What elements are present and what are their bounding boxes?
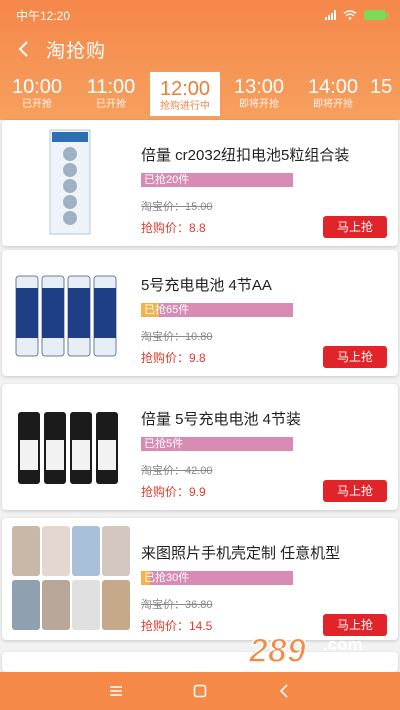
- tab-1500[interactable]: 15: [370, 70, 400, 116]
- back-icon[interactable]: [12, 38, 34, 60]
- status-time: 中午12:20: [16, 8, 71, 23]
- sold-progress: 已抢5件: [141, 437, 293, 451]
- buy-now-button[interactable]: 马上抢: [323, 346, 387, 368]
- sold-progress: 已抢30件: [141, 571, 293, 585]
- sold-count: 已抢30件: [144, 572, 190, 584]
- sold-progress: 已抢20件: [141, 173, 293, 187]
- sale-price: 抢购价：8.8: [141, 221, 206, 235]
- product-card[interactable]: 5号充电电池 4节AA 已抢65件 淘宝价：10.80 抢购价：9.8 马上抢: [2, 250, 398, 376]
- product-name: 倍量 5号充电电池 4节装: [141, 411, 302, 428]
- tab-time: 11:00: [86, 76, 136, 98]
- page-title: 淘抢购: [46, 40, 107, 62]
- time-tabs: 10:00 已开抢 11:00 已开抢 12:00 抢购进行中 13:00 即将…: [0, 70, 400, 116]
- product-card[interactable]: 来图照片手机壳定制 任意机型 已抢30件 淘宝价：36.80 抢购价：14.5 …: [2, 518, 398, 640]
- tab-time: 15: [370, 76, 393, 98]
- status-bar: 中午12:20: [0, 0, 400, 30]
- tab-time: 10:00: [11, 76, 63, 98]
- tab-status: 抢购进行中: [160, 101, 210, 112]
- tab-status: 已开抢: [96, 99, 126, 110]
- tab-time: 13:00: [233, 76, 285, 98]
- product-name: 5号充电电池 4节AA: [141, 277, 272, 294]
- original-price: 淘宝价：15.00: [141, 201, 213, 213]
- tab-status: 即将开抢: [313, 99, 353, 110]
- original-price: 淘宝价：42.00: [141, 465, 213, 477]
- status-icons: [325, 10, 389, 20]
- rechargeable-battery-image: [18, 412, 118, 484]
- sold-count: 已抢65件: [144, 304, 190, 316]
- product-card[interactable]: 倍量 5号充电电池 4节装 已抢5件 淘宝价：42.00 抢购价：9.9 马上抢: [2, 384, 398, 510]
- phone-case-collage-image: [12, 526, 130, 630]
- tab-1400[interactable]: 14:00 即将开抢: [296, 70, 370, 116]
- tab-1000[interactable]: 10:00 已开抢: [0, 70, 74, 116]
- original-price: 淘宝价：36.80: [141, 599, 213, 611]
- sale-price: 抢购价：9.8: [141, 351, 206, 365]
- product-name: 倍量 cr2032纽扣电池5粒组合装: [141, 147, 350, 164]
- buy-now-button[interactable]: 马上抢: [323, 216, 387, 238]
- sold-count: 已抢5件: [144, 438, 184, 450]
- product-card-partial[interactable]: [2, 652, 398, 672]
- sold-progress: 已抢65件: [141, 303, 293, 317]
- menu-icon[interactable]: [104, 679, 128, 703]
- original-price: 淘宝价：10.80: [141, 331, 213, 343]
- coin-battery-pack-image: [49, 129, 91, 235]
- buy-now-button[interactable]: 马上抢: [323, 614, 387, 636]
- home-icon[interactable]: [188, 679, 212, 703]
- system-nav-bar: [0, 672, 400, 710]
- sale-price: 抢购价：9.9: [141, 485, 206, 499]
- product-name: 来图照片手机壳定制 任意机型: [141, 545, 341, 562]
- buy-now-button[interactable]: 马上抢: [323, 480, 387, 502]
- tab-status: 已开抢: [22, 99, 52, 110]
- tab-1300[interactable]: 13:00 即将开抢: [222, 70, 296, 116]
- title-bar: 淘抢购: [0, 30, 400, 68]
- tab-time: 14:00: [307, 76, 359, 98]
- tab-1200[interactable]: 12:00 抢购进行中: [148, 70, 222, 116]
- tab-status: 即将开抢: [239, 99, 279, 110]
- product-card[interactable]: 倍量 cr2032纽扣电池5粒组合装 已抢20件 淘宝价：15.00 抢购价：8…: [2, 120, 398, 246]
- back-nav-icon[interactable]: [272, 679, 296, 703]
- aa-battery-image: [15, 275, 117, 357]
- wifi-icon: [343, 10, 357, 20]
- sale-price: 抢购价：14.5: [141, 619, 213, 633]
- battery-icon: [364, 10, 389, 20]
- tab-time: 12:00: [159, 78, 211, 100]
- sold-count: 已抢20件: [144, 174, 190, 186]
- tab-1100[interactable]: 11:00 已开抢: [74, 70, 148, 116]
- signal-icon: [325, 10, 336, 20]
